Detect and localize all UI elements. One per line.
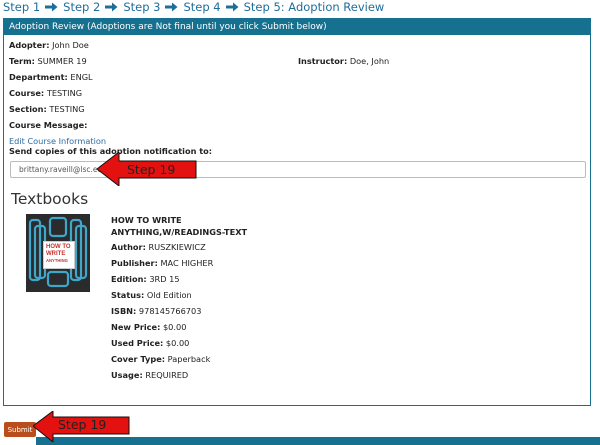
author-value: RUSZKIEWICZ xyxy=(148,242,206,252)
instructor-row: Instructor: Doe, John xyxy=(298,56,389,66)
step-5-current: Step 5: Adoption Review xyxy=(243,0,385,14)
step-19-callout-email: Step 19 xyxy=(97,152,197,186)
step-4-link[interactable]: Step 4 xyxy=(183,0,220,14)
used-price-row: Used Price: $0.00 xyxy=(111,338,190,348)
edition-value: 3RD 15 xyxy=(149,274,180,284)
publisher-value: MAC HIGHER xyxy=(160,258,214,268)
section-row: Section: TESTING xyxy=(9,104,85,114)
adopter-value: John Doe xyxy=(52,40,89,50)
right-arrow-icon xyxy=(225,2,239,12)
edit-course-information-link[interactable]: Edit Course Information xyxy=(9,136,106,146)
callout-label: Step 19 xyxy=(58,417,107,432)
right-arrow-icon xyxy=(105,2,118,12)
usage-value: REQUIRED xyxy=(145,370,189,380)
cover-title-line2: WRITE xyxy=(46,251,66,257)
course-row: Course: TESTING xyxy=(9,88,82,98)
term-value: SUMMER 19 xyxy=(37,56,87,66)
step-3-link[interactable]: Step 3 xyxy=(123,0,160,14)
new-price-row: New Price: $0.00 xyxy=(111,322,187,332)
textbooks-heading: Textbooks xyxy=(11,190,89,208)
department-value: ENGL xyxy=(70,72,93,82)
department-label: Department: xyxy=(9,72,68,82)
adoption-review-panel: Adoption Review (Adoptions are Not final… xyxy=(3,18,591,406)
step-breadcrumb: Step 1 Step 2 Step 3 Step 4 Step 5: Adop… xyxy=(3,0,384,15)
status-value: Old Edition xyxy=(146,290,192,300)
step-19-callout-submit: Step 19 xyxy=(33,411,130,442)
edition-row: Edition: 3RD 15 xyxy=(111,274,180,284)
right-arrow-icon xyxy=(45,2,58,12)
adopter-row: Adopter: John Doe xyxy=(9,40,89,50)
right-arrow-icon xyxy=(165,2,178,12)
cover-type-value: Paperback xyxy=(167,354,211,364)
book-cover-image: HOW TO WRITE ANYTHING xyxy=(26,214,90,292)
instructor-label: Instructor: xyxy=(298,56,348,66)
publisher-row: Publisher: MAC HIGHER xyxy=(111,258,214,268)
instructor-value: Doe, John xyxy=(349,56,390,66)
submit-button[interactable]: Submit xyxy=(4,422,36,437)
department-row: Department: ENGL xyxy=(9,72,93,82)
book-title: HOW TO WRITE ANYTHING,W/READINGS-TEXT xyxy=(111,215,248,237)
step-1-link[interactable]: Step 1 xyxy=(3,0,40,14)
callout-label: Step 19 xyxy=(127,162,176,177)
course-value: TESTING xyxy=(46,88,83,98)
cover-title-line1: HOW TO xyxy=(46,244,71,250)
section-label: Section: xyxy=(9,104,47,114)
cover-type-row: Cover Type: Paperback xyxy=(111,354,211,364)
term-row: Term: SUMMER 19 xyxy=(9,56,87,66)
used-price-value: $0.00 xyxy=(165,338,190,348)
new-price-value: $0.00 xyxy=(162,322,187,332)
course-message-label: Course Message: xyxy=(9,120,88,130)
panel-header: Adoption Review (Adoptions are Not final… xyxy=(4,19,590,35)
adopter-label: Adopter: xyxy=(9,40,50,50)
isbn-value: 978145766703 xyxy=(138,306,202,316)
step-2-link[interactable]: Step 2 xyxy=(63,0,100,14)
course-message-row: Course Message: xyxy=(9,120,87,130)
course-label: Course: xyxy=(9,88,45,98)
term-label: Term: xyxy=(9,56,35,66)
status-row: Status: Old Edition xyxy=(111,290,192,300)
isbn-row: ISBN: 978145766703 xyxy=(111,306,202,316)
usage-row: Usage: REQUIRED xyxy=(111,370,189,380)
author-row: Author: RUSZKIEWICZ xyxy=(111,242,206,252)
section-value: TESTING xyxy=(49,104,85,114)
cover-title-line3: ANYTHING xyxy=(46,258,68,263)
